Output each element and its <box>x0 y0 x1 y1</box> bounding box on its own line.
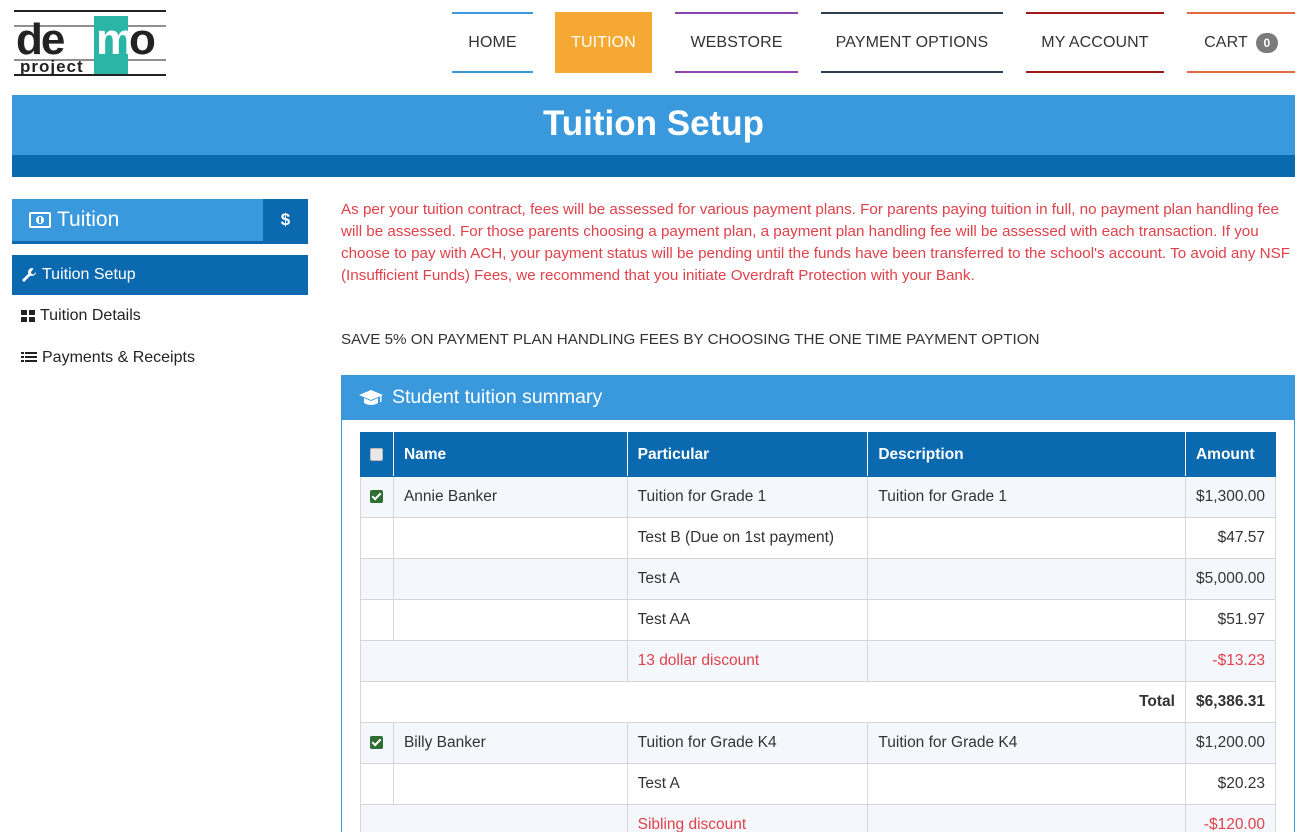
sidebar-item-tuition-details[interactable]: Tuition Details <box>12 296 308 336</box>
page-banner: Tuition Setup <box>12 95 1295 177</box>
dollar-button[interactable]: $ <box>263 199 308 241</box>
demo-project-logo[interactable]: de m o project <box>14 10 166 76</box>
particular: 13 dollar discount <box>626 640 869 682</box>
particular: Test B (Due on 1st payment) <box>626 517 869 559</box>
sidebar-title-label: Tuition <box>57 208 120 231</box>
amount: $51.97 <box>1184 599 1277 641</box>
list-icon <box>21 352 37 362</box>
amount: -$13.23 <box>1184 640 1277 682</box>
svg-text:o: o <box>129 15 155 64</box>
table-row: Test A $20.23 <box>360 763 1277 805</box>
nav-tuition[interactable]: TUITION <box>555 12 652 73</box>
table-row-discount: Sibling discount -$120.00 <box>360 804 1277 832</box>
nav-payment-options[interactable]: PAYMENT OPTIONS <box>821 12 1003 73</box>
table-row: Test AA $51.97 <box>360 599 1277 641</box>
table-row: Billy Banker Tuition for Grade K4 Tuitio… <box>360 722 1277 764</box>
banner-strip <box>12 155 1295 177</box>
student-checkbox[interactable] <box>370 736 384 750</box>
nav-cart-label: CART <box>1204 33 1248 51</box>
tuition-summary-table: Name Particular Description Amount Annie… <box>360 432 1277 832</box>
table-row: Annie Banker Tuition for Grade 1 Tuition… <box>360 476 1277 518</box>
nav-my-account-label: MY ACCOUNT <box>1041 33 1149 51</box>
nav-webstore-label: WEBSTORE <box>690 33 783 51</box>
page-title: Tuition Setup <box>543 104 764 143</box>
panel-header: Student tuition summary <box>342 375 1294 420</box>
select-all-header <box>360 432 394 477</box>
sidebar-item-label: Payments & Receipts <box>42 349 195 366</box>
student-name: Billy Banker <box>392 722 628 764</box>
cart-count-badge: 0 <box>1255 32 1278 53</box>
student-name: Annie Banker <box>392 476 628 518</box>
select-all-checkbox[interactable] <box>370 447 384 461</box>
col-name: Name <box>392 432 628 477</box>
table-row-total: Total $6,386.31 <box>360 681 1277 723</box>
amount: $1,200.00 <box>1184 722 1277 764</box>
col-amount: Amount <box>1184 432 1277 477</box>
nav-my-account[interactable]: MY ACCOUNT <box>1026 12 1164 73</box>
sidebar-item-label: Tuition Setup <box>42 266 136 283</box>
panel-title: Student tuition summary <box>392 386 603 408</box>
table-row: Test A $5,000.00 <box>360 558 1277 600</box>
nav-home-label: HOME <box>468 33 517 51</box>
particular: Test A <box>626 558 869 600</box>
sidebar-item-payments-receipts[interactable]: Payments & Receipts <box>12 338 308 378</box>
wrench-icon <box>22 268 36 282</box>
grid-icon <box>21 310 35 322</box>
amount: $20.23 <box>1184 763 1277 805</box>
particular: Test AA <box>626 599 869 641</box>
sidebar-item-tuition-setup[interactable]: Tuition Setup <box>12 255 308 295</box>
table-row: Test B (Due on 1st payment) $47.57 <box>360 517 1277 559</box>
total-label: Total <box>360 681 1186 723</box>
particular: Sibling discount <box>626 804 869 832</box>
table-row-discount: 13 dollar discount -$13.23 <box>360 640 1277 682</box>
description: Tuition for Grade 1 <box>867 476 1186 518</box>
amount: $1,300.00 <box>1184 476 1277 518</box>
nav-cart[interactable]: CART 0 <box>1187 12 1295 73</box>
save-message: SAVE 5% ON PAYMENT PLAN HANDLING FEES BY… <box>341 331 1040 348</box>
graduation-cap-icon <box>359 389 383 405</box>
sidebar-title: Tuition <box>29 208 119 232</box>
svg-text:m: m <box>96 15 133 64</box>
nav-webstore[interactable]: WEBSTORE <box>675 12 798 73</box>
sidebar-item-label: Tuition Details <box>40 307 141 324</box>
table-header-row: Name Particular Description Amount <box>360 432 1277 477</box>
sidebar-header: Tuition $ <box>12 199 308 244</box>
particular: Test A <box>626 763 869 805</box>
tuition-notice: As per your tuition contract, fees will … <box>341 201 1291 284</box>
student-tuition-summary-panel: Student tuition summary Name Particular … <box>341 375 1295 832</box>
nav-home[interactable]: HOME <box>452 12 533 73</box>
svg-text:project: project <box>20 57 84 76</box>
nav-tuition-label: TUITION <box>571 33 636 51</box>
total-amount: $6,386.31 <box>1184 681 1277 723</box>
col-particular: Particular <box>626 432 869 477</box>
col-description: Description <box>867 432 1186 477</box>
amount: -$120.00 <box>1184 804 1277 832</box>
money-icon <box>29 212 51 228</box>
description: Tuition for Grade K4 <box>867 722 1186 764</box>
nav-payment-options-label: PAYMENT OPTIONS <box>835 33 989 51</box>
amount: $5,000.00 <box>1184 558 1277 600</box>
particular: Tuition for Grade 1 <box>626 476 869 518</box>
amount: $47.57 <box>1184 517 1277 559</box>
student-checkbox[interactable] <box>370 490 384 504</box>
particular: Tuition for Grade K4 <box>626 722 869 764</box>
